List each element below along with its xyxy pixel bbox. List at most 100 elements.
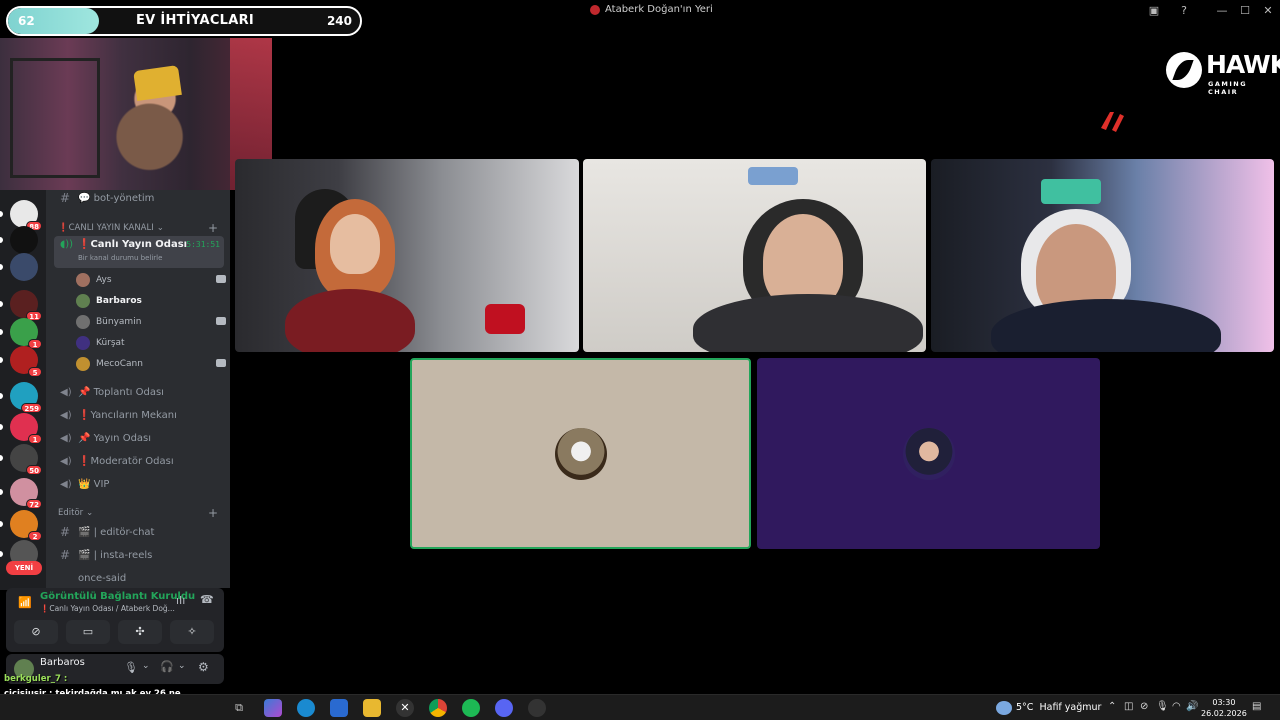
network-icon[interactable]: ◫ [1124,701,1133,712]
task-view-icon[interactable]: ⧉ [230,699,248,717]
channel-label: 💬 bot-yönetim [78,192,155,204]
category-editor[interactable]: Editör ⌄ [58,508,93,518]
voice-user-bünyamin[interactable]: Bünyamin [76,312,226,332]
voice-location[interactable]: ❗Canlı Yayın Odası / Ataberk Doğ... [40,604,175,613]
weather-desc: Hafif yağmur [1039,702,1102,713]
voice-status: Görüntülü Bağlantı Kuruldu [40,591,196,602]
server-icon[interactable]: 1 [10,318,42,349]
new-badge[interactable]: YENİ [6,561,42,575]
channel-canli-yayin-odasi[interactable]: ◖)) ❗Canlı Yayın Odası 5:31:51 Bir kanal… [54,236,224,268]
video-tile-kursat[interactable] [757,358,1100,549]
server-icon[interactable]: 72 [10,478,42,509]
server-icon[interactable] [10,253,38,281]
soundboard-button[interactable]: ✧ [170,620,214,644]
voice-channel[interactable]: ◀) 📌 Yayın Odası [54,428,224,448]
maximize-button[interactable]: ☐ [1237,3,1253,19]
clock-date: 26.02.2026 [1201,709,1247,718]
clock[interactable]: 03:30 26.02.2026 [1201,697,1247,719]
server-icon[interactable] [10,226,38,254]
voice-status-text[interactable]: Bir kanal durumu belirle [78,254,162,262]
voice-user-name: MecoCann [96,359,143,369]
chevron-down-icon[interactable]: ⌄ [142,661,150,671]
video-tile-barbaros[interactable] [410,358,751,549]
file-explorer-icon[interactable] [363,699,381,717]
voice-user-kürşat[interactable]: Kürşat [76,333,226,353]
minimize-button[interactable]: — [1214,3,1230,19]
voice-channel[interactable]: ◀) ❗Yancıların Mekanı [54,405,224,425]
voice-channel[interactable]: ◀) 👑 VIP [54,474,224,494]
server-icon[interactable]: 11 [10,290,42,321]
weather-temp: 5°C [1016,702,1034,713]
avatar [76,273,90,287]
chevron-up-icon[interactable]: ⌃ [1108,701,1116,712]
channel-label: 📌 Toplantı Odası [78,386,164,398]
voice-user-name: Barbaros [96,296,142,306]
voice-user-name: Bünyamin [96,317,142,327]
video-tile-bunyamin[interactable] [583,159,926,352]
camera-icon [216,275,226,283]
notification-off-icon[interactable]: ⊘ [1140,701,1148,712]
chrome-icon[interactable] [429,699,447,717]
chevron-down-icon: ⌄ [156,223,164,233]
add-channel-icon[interactable]: + [208,506,218,520]
disconnect-icon[interactable]: ☎ [200,593,214,606]
voice-channel[interactable]: ◀) ❗Moderatör Odası [54,451,224,471]
obs-icon[interactable] [528,699,546,717]
add-channel-icon[interactable]: + [208,221,218,235]
voice-channel-label: ❗Canlı Yayın Odası [78,239,188,250]
avatar [76,357,90,371]
close-button[interactable]: ✕ [1260,3,1276,19]
signal-icon: 📶 [18,596,32,609]
copilot-icon[interactable] [264,699,282,717]
sponsor-tagline: GAMING CHAIR [1208,80,1248,96]
speaker-icon: ◀) [60,409,72,421]
activities-button[interactable]: ✣ [118,620,162,644]
category-canli-yayin[interactable]: ❗CANLI YAYIN KANALI ⌄ [58,223,164,233]
goal-target: 240 [326,14,352,28]
window-title-text: Ataberk Doğan'ın Yeri [605,4,713,15]
clock-time: 03:30 [1212,698,1236,707]
hash-icon: # [60,191,71,205]
screen-share-icon[interactable]: ▣ [1146,3,1162,19]
help-icon[interactable]: ? [1176,3,1192,19]
spotify-icon[interactable] [462,699,480,717]
microphone-icon[interactable]: 🎙 [1156,701,1169,712]
server-icon[interactable]: 1 [10,413,42,444]
edge-icon[interactable] [297,699,315,717]
voice-user-barbaros[interactable]: Barbaros [76,291,226,311]
voice-active-icon: ◖)) [60,239,74,250]
camera-off-button[interactable]: ⊘ [14,620,58,644]
wifi-icon[interactable]: ◠ [1172,701,1181,712]
server-icon[interactable]: 88 [10,200,42,231]
donation-goal-bar: 62 EV İHTİYACLARI 240 [6,6,362,36]
voice-channel[interactable]: ◀) 📌 Toplantı Odası [54,382,224,402]
noise-suppression-icon[interactable]: ıIı [176,594,185,607]
channel-label: 👑 VIP [78,478,110,490]
server-icon[interactable]: 50 [10,444,42,475]
chevron-down-icon[interactable]: ⌄ [178,661,186,671]
server-icon[interactable]: 2 [10,510,42,541]
server-icon[interactable]: 5 [10,346,42,377]
weather-icon[interactable] [996,701,1012,715]
avatar [76,336,90,350]
text-channel[interactable]: once-said [54,568,224,588]
channel-bot-yonetim[interactable]: # 💬 bot-yönetim [54,188,224,208]
screen-share-button[interactable]: ▭ [66,620,110,644]
video-tile-mecocann[interactable] [931,159,1274,352]
weather-widget[interactable]: 5°C Hafif yağmur [1016,702,1101,713]
voice-user-mecocann[interactable]: MecoCann [76,354,226,374]
volume-icon[interactable]: 🔊 [1186,701,1198,712]
windows-taskbar: ⧉ ✕ 5°C Hafif yağmur ⌃ ◫ ⊘ 🎙 ◠ 🔊 03:30 2… [0,694,1280,720]
server-icon[interactable]: 259 [10,382,42,413]
discord-icon[interactable] [495,699,513,717]
notifications-icon[interactable]: ▤ [1252,701,1261,712]
text-channel[interactable]: # 🎬 | insta-reels [54,545,224,565]
text-channel[interactable]: # 🎬 | editör-chat [54,522,224,542]
voice-timer: 5:31:51 [186,240,220,249]
xbox-icon[interactable]: ✕ [396,699,414,717]
voice-user-ays[interactable]: Ays [76,270,226,290]
channel-label: 🎬 | editör-chat [78,526,155,538]
username: Barbaros [40,657,85,668]
outlook-icon[interactable] [330,699,348,717]
video-tile-ays[interactable] [235,159,579,352]
